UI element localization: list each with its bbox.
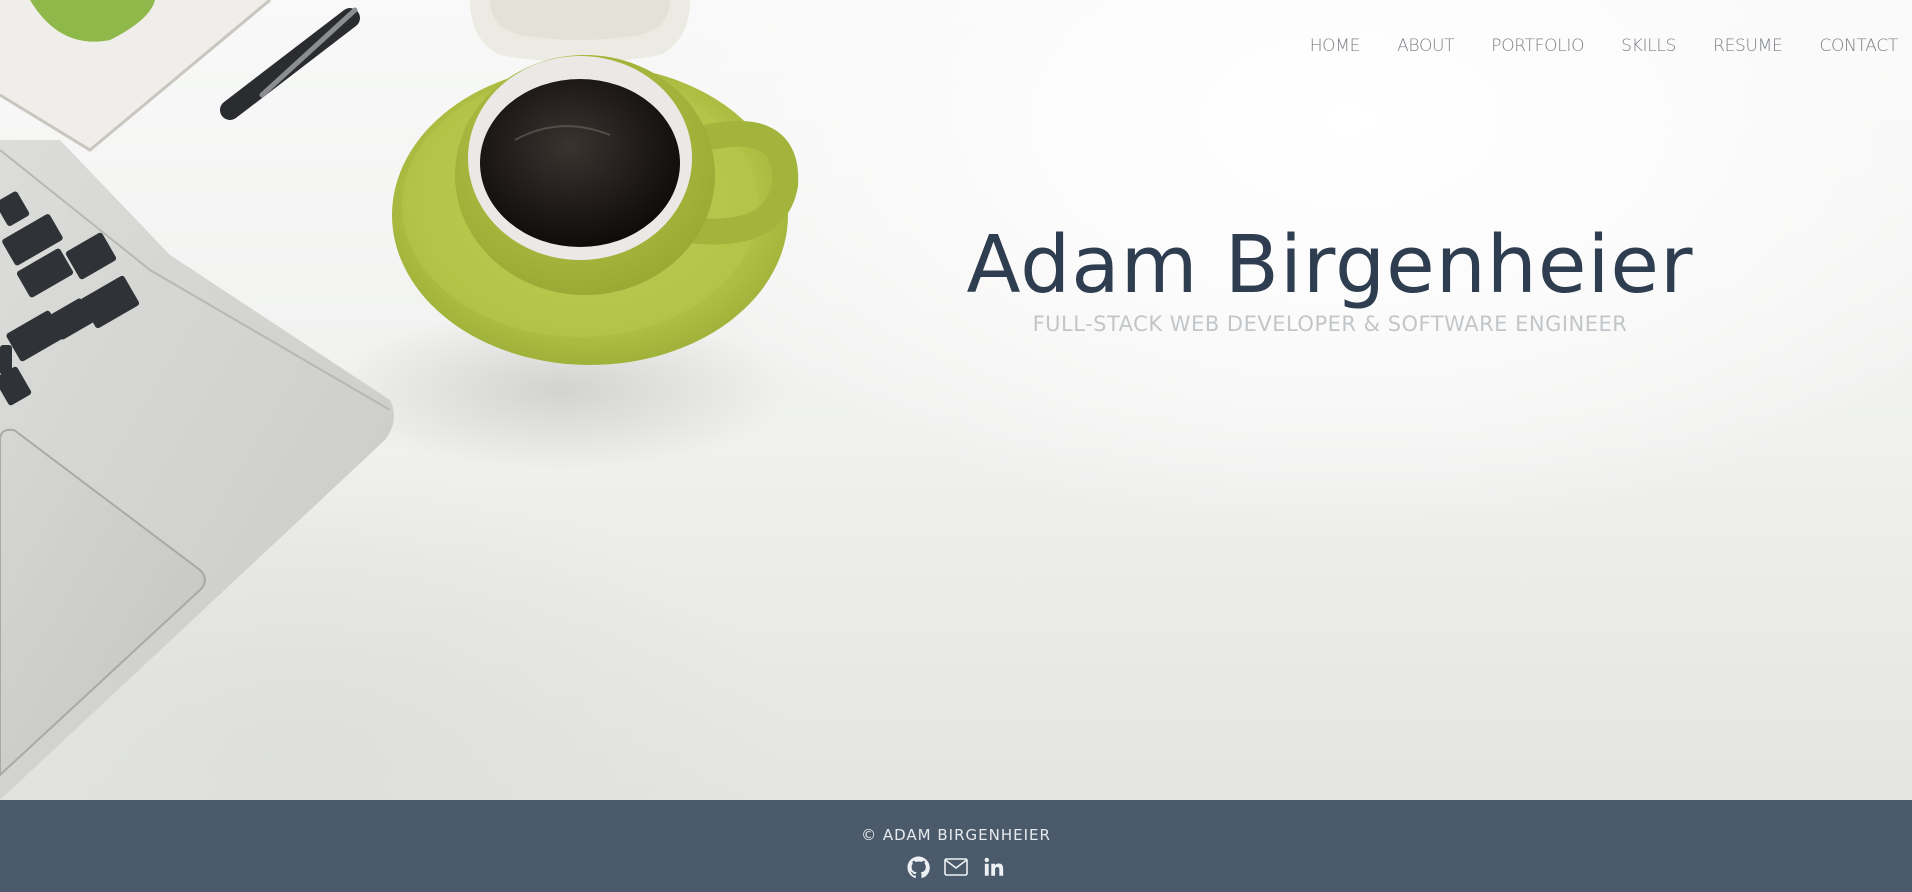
nav-item-contact[interactable]: CONTACT [1819, 34, 1898, 58]
page: HOME ABOUT PORTFOLIO SKILLS RESUME CONTA… [0, 0, 1912, 892]
linkedin-icon[interactable] [982, 855, 1006, 879]
main-nav: HOME ABOUT PORTFOLIO SKILLS RESUME CONTA… [1310, 34, 1899, 58]
footer-copyright: © ADAM BIRGENHEIER [861, 826, 1051, 844]
mail-icon[interactable] [944, 855, 968, 879]
nav-item-resume[interactable]: RESUME [1713, 34, 1783, 58]
nav-item-home[interactable]: HOME [1310, 34, 1361, 58]
nav-item-portfolio[interactable]: PORTFOLIO [1491, 34, 1584, 58]
hero-section [0, 0, 1912, 800]
hero-background-photo [0, 0, 799, 800]
nav-item-skills[interactable]: SKILLS [1621, 34, 1676, 58]
hero-subtitle: FULL-STACK WEB DEVELOPER & SOFTWARE ENGI… [1032, 312, 1628, 336]
hero-title-block: Adam Birgenheier FULL-STACK WEB DEVELOPE… [950, 220, 1710, 338]
footer: © ADAM BIRGENHEIER [0, 800, 1912, 892]
github-icon[interactable] [906, 855, 930, 879]
hero-title: Adam Birgenheier [966, 219, 1694, 311]
nav-item-about[interactable]: ABOUT [1397, 34, 1454, 58]
footer-social-links [0, 855, 1912, 879]
